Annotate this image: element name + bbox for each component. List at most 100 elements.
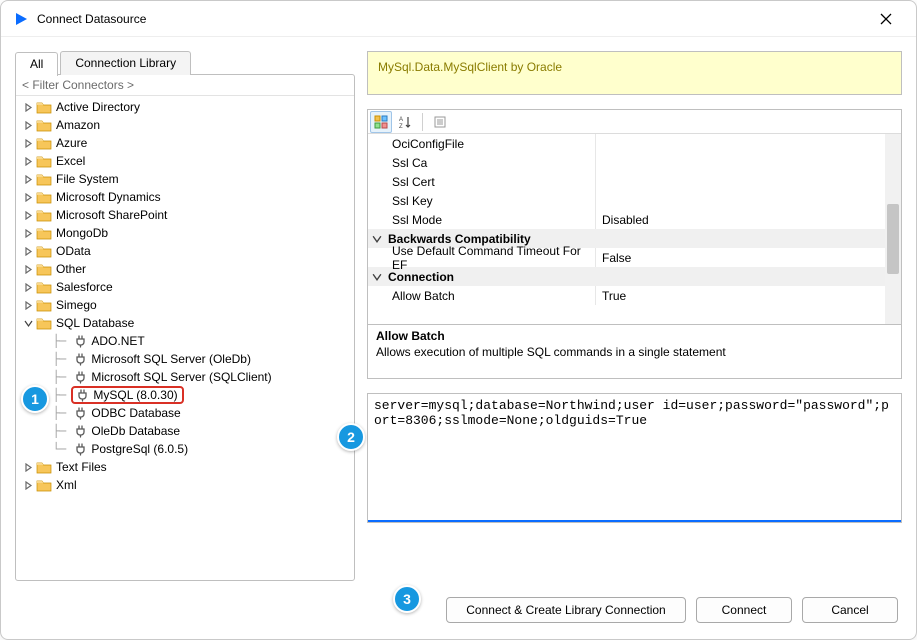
property-grid-scrollbar[interactable] xyxy=(885,134,901,324)
focus-underline xyxy=(368,520,901,522)
dialog-window: Connect Datasource All Connection Librar… xyxy=(0,0,917,640)
property-name: Allow Batch xyxy=(368,286,596,305)
folder-icon xyxy=(36,460,52,474)
property-description-title: Allow Batch xyxy=(376,329,893,343)
folder-icon xyxy=(36,244,52,258)
folder-icon xyxy=(36,226,52,240)
tree-folder-label: OData xyxy=(56,244,91,258)
chevron-right-icon[interactable] xyxy=(22,157,34,166)
tree-folder-label: Microsoft Dynamics xyxy=(56,190,161,204)
alphabetical-view-button[interactable]: A Z xyxy=(394,111,416,133)
tree-folder[interactable]: Microsoft Dynamics xyxy=(16,188,354,206)
property-name: Ssl Cert xyxy=(368,172,596,191)
property-value[interactable] xyxy=(596,191,901,210)
property-pages-button[interactable] xyxy=(429,111,451,133)
property-value[interactable]: True xyxy=(596,286,901,305)
chevron-right-icon[interactable] xyxy=(22,229,34,238)
categorized-view-button[interactable] xyxy=(370,111,392,133)
property-row[interactable]: Ssl ModeDisabled xyxy=(368,210,901,229)
tree-item[interactable]: ├─ OleDb Database xyxy=(16,422,354,440)
connect-button[interactable]: Connect xyxy=(696,597,792,623)
tree-folder[interactable]: SQL Database xyxy=(16,314,354,332)
svg-text:Z: Z xyxy=(399,124,403,129)
chevron-right-icon[interactable] xyxy=(22,139,34,148)
property-grid[interactable]: OciConfigFileSsl CaSsl CertSsl KeySsl Mo… xyxy=(368,134,901,324)
property-row[interactable]: Allow BatchTrue xyxy=(368,286,901,305)
plug-icon xyxy=(73,424,87,438)
tree-item[interactable]: ├─ MySQL (8.0.30) xyxy=(16,386,354,404)
tree-folder[interactable]: Other xyxy=(16,260,354,278)
chevron-down-icon[interactable] xyxy=(372,234,382,244)
connector-tree[interactable]: Active Directory Amazon Azure ExcelFile Sys… xyxy=(16,96,354,580)
tree-folder[interactable]: MongoDb xyxy=(16,224,354,242)
tab-connection-library[interactable]: Connection Library xyxy=(60,51,191,75)
tree-folder[interactable]: Text Files xyxy=(16,458,354,476)
plug-icon xyxy=(73,352,87,366)
chevron-right-icon[interactable] xyxy=(22,175,34,184)
tree-item[interactable]: ├─ ODBC Database xyxy=(16,404,354,422)
property-category-label: Connection xyxy=(388,270,454,284)
tree-folder[interactable]: Microsoft SharePoint xyxy=(16,206,354,224)
cancel-button[interactable]: Cancel xyxy=(802,597,898,623)
tree-item[interactable]: └─ PostgreSql (6.0.5) xyxy=(16,440,354,458)
tree-folder[interactable]: Amazon xyxy=(16,116,354,134)
property-row[interactable]: Ssl Ca xyxy=(368,153,901,172)
property-value[interactable]: Disabled xyxy=(596,210,901,229)
tree-item-label: ADO.NET xyxy=(91,334,144,348)
chevron-down-icon[interactable] xyxy=(22,319,34,328)
tree-folder-label: Xml xyxy=(56,478,77,492)
filter-connectors-input[interactable]: < Filter Connectors > xyxy=(16,75,354,96)
folder-icon xyxy=(36,118,52,132)
tree-folder-label: Salesforce xyxy=(56,280,113,294)
tree-folder[interactable]: Azure xyxy=(16,134,354,152)
property-row[interactable]: Ssl Key xyxy=(368,191,901,210)
chevron-right-icon[interactable] xyxy=(22,283,34,292)
property-value[interactable] xyxy=(596,134,901,153)
connection-string-input[interactable]: server=mysql;database=Northwind;user id=… xyxy=(367,393,902,523)
tree-item[interactable]: ├─ Microsoft SQL Server (SQLClient) xyxy=(16,368,354,386)
property-description-text: Allows execution of multiple SQL command… xyxy=(376,345,893,359)
folder-icon xyxy=(36,208,52,222)
scrollbar-thumb[interactable] xyxy=(887,204,899,274)
tree-folder-label: Microsoft SharePoint xyxy=(56,208,167,222)
tree-folder[interactable]: Active Directory xyxy=(16,98,354,116)
tree-item[interactable]: ├─ ADO.NET xyxy=(16,332,354,350)
tree-folder-label: Azure xyxy=(56,136,87,150)
tree-folder[interactable]: File System xyxy=(16,170,354,188)
tree-folder-label: Active Directory xyxy=(56,100,140,114)
chevron-right-icon[interactable] xyxy=(22,265,34,274)
callout-badge-3: 3 xyxy=(393,585,421,613)
property-value[interactable] xyxy=(596,153,901,172)
property-category-header[interactable]: Connection xyxy=(368,267,901,286)
property-row[interactable]: Use Default Command Timeout For EFFalse xyxy=(368,248,901,267)
tree-folder[interactable]: Xml xyxy=(16,476,354,494)
tab-all[interactable]: All xyxy=(15,52,58,76)
chevron-down-icon[interactable] xyxy=(372,272,382,282)
toolbar-separator xyxy=(422,113,423,131)
chevron-right-icon[interactable] xyxy=(22,103,34,112)
property-value[interactable]: False xyxy=(596,248,901,267)
chevron-right-icon[interactable] xyxy=(22,211,34,220)
chevron-right-icon[interactable] xyxy=(22,481,34,490)
chevron-right-icon[interactable] xyxy=(22,193,34,202)
plug-icon xyxy=(73,334,87,348)
connect-create-library-button[interactable]: Connect & Create Library Connection xyxy=(446,597,686,623)
chevron-right-icon[interactable] xyxy=(22,463,34,472)
property-row[interactable]: Ssl Cert xyxy=(368,172,901,191)
tree-folder[interactable]: Excel xyxy=(16,152,354,170)
svg-text:A: A xyxy=(399,117,403,123)
close-button[interactable] xyxy=(868,1,904,37)
chevron-right-icon[interactable] xyxy=(22,121,34,130)
property-value[interactable] xyxy=(596,172,901,191)
tree-folder[interactable]: OData xyxy=(16,242,354,260)
chevron-right-icon[interactable] xyxy=(22,247,34,256)
tree-item-label: PostgreSql (6.0.5) xyxy=(91,442,188,456)
tree-item[interactable]: ├─ Microsoft SQL Server (OleDb) xyxy=(16,350,354,368)
tree-folder[interactable]: Salesforce xyxy=(16,278,354,296)
tree-folder[interactable]: Simego xyxy=(16,296,354,314)
folder-icon xyxy=(36,478,52,492)
tree-folder-label: Amazon xyxy=(56,118,100,132)
property-row[interactable]: OciConfigFile xyxy=(368,134,901,153)
tree-line: ├─ xyxy=(34,334,71,348)
chevron-right-icon[interactable] xyxy=(22,301,34,310)
